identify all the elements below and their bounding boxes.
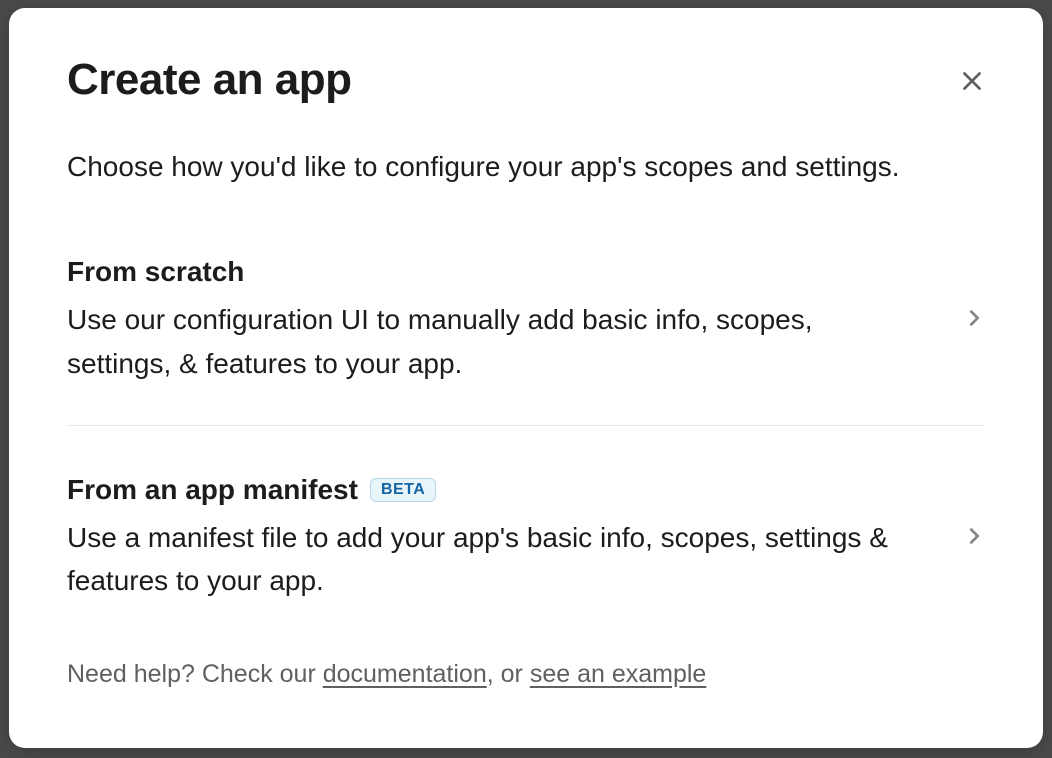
option-from-manifest[interactable]: From an app manifest BETA Use a manifest… (67, 474, 985, 603)
chevron-right-icon (963, 525, 985, 552)
option-title-row: From an app manifest BETA (67, 474, 923, 506)
help-prefix: Need help? Check our (67, 660, 323, 688)
modal-header: Create an app (67, 56, 985, 105)
option-content: From an app manifest BETA Use a manifest… (67, 474, 963, 603)
divider (67, 425, 985, 426)
close-icon (959, 68, 985, 97)
option-content: From scratch Use our configuration UI to… (67, 256, 963, 385)
beta-badge: BETA (370, 478, 436, 502)
chevron-right-icon (963, 307, 985, 334)
help-middle: , or (487, 660, 530, 688)
option-description: Use a manifest file to add your app's ba… (67, 516, 923, 603)
option-from-scratch[interactable]: From scratch Use our configuration UI to… (67, 256, 985, 385)
option-description: Use our configuration UI to manually add… (67, 298, 923, 385)
modal-subtitle: Choose how you'd like to configure your … (67, 147, 985, 186)
documentation-link[interactable]: documentation (323, 660, 487, 688)
help-text: Need help? Check our documentation, or s… (67, 657, 985, 692)
close-button[interactable] (951, 60, 993, 105)
option-title: From scratch (67, 256, 244, 288)
option-title: From an app manifest (67, 474, 358, 506)
see-example-link[interactable]: see an example (530, 660, 707, 688)
modal-title: Create an app (67, 56, 351, 104)
option-title-row: From scratch (67, 256, 923, 288)
create-app-modal: Create an app Choose how you'd like to c… (9, 8, 1043, 748)
